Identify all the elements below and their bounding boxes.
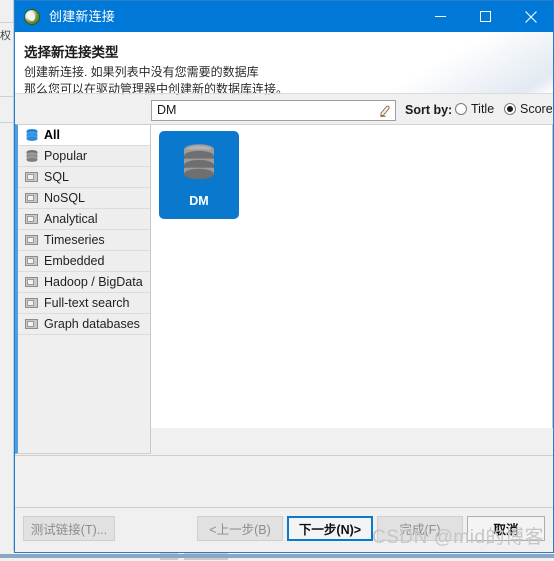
background-divider — [0, 96, 13, 97]
background-window-strip: 权 — [0, 0, 14, 561]
minimize-icon[interactable] — [418, 1, 463, 32]
background-window-edge — [0, 554, 554, 558]
sidebar-item-label: SQL — [44, 170, 70, 184]
sidebar-item-timeseries[interactable]: Timeseries — [18, 230, 150, 251]
window-controls — [418, 1, 553, 32]
driver-tile-dm[interactable]: DM — [159, 131, 239, 219]
folder-icon — [24, 233, 39, 248]
search-toolbar: Sort by: Title Score — [15, 94, 553, 124]
sidebar-item-embedded[interactable]: Embedded — [18, 251, 150, 272]
sidebar-item-graph-databases[interactable]: Graph databases — [18, 314, 150, 335]
sort-option-title-label: Title — [471, 102, 495, 116]
folder-icon — [24, 254, 39, 269]
sidebar-item-label: Embedded — [44, 254, 105, 268]
sidebar-item-all[interactable]: All — [18, 125, 150, 146]
background-divider — [0, 22, 13, 23]
sort-option-score-label: Score — [520, 102, 553, 116]
maximize-icon[interactable] — [463, 1, 508, 32]
folder-icon — [24, 170, 39, 185]
category-sidebar: All Popular SQL NoSQL Analytical Timeser… — [15, 124, 151, 454]
dialog-body: All Popular SQL NoSQL Analytical Timeser… — [15, 124, 553, 507]
search-box[interactable] — [151, 100, 396, 121]
sidebar-item-label: Analytical — [44, 212, 98, 226]
back-button[interactable]: <上一步(B) — [197, 516, 283, 541]
cancel-button[interactable]: 取消 — [467, 516, 545, 541]
search-input[interactable] — [152, 101, 376, 120]
sidebar-item-label: Full-text search — [44, 296, 130, 310]
sort-option-title[interactable]: Title — [455, 102, 494, 116]
sidebar-item-label: Hadoop / BigData — [44, 275, 143, 289]
test-connection-button[interactable]: 测试链接(T)... — [23, 516, 115, 541]
radio-title-icon[interactable] — [455, 103, 467, 115]
background-text: 权 — [0, 30, 11, 42]
sidebar-item-label: Graph databases — [44, 317, 140, 331]
header-gradient — [373, 32, 553, 94]
sidebar-item-analytical[interactable]: Analytical — [18, 209, 150, 230]
sort-option-score[interactable]: Score — [504, 102, 553, 116]
radio-score-icon[interactable] — [504, 103, 516, 115]
sidebar-item-label: All — [44, 128, 60, 142]
folder-icon — [24, 191, 39, 206]
sidebar-item-label: Timeseries — [44, 233, 105, 247]
new-connection-dialog: 创建新连接 选择新连接类型 创建新连接. 如果列表中没有您需要的数据库 那么您可… — [14, 0, 554, 553]
sidebar-item-hadoop-bigdata[interactable]: Hadoop / BigData — [18, 272, 150, 293]
page-description-line-1: 创建新连接. 如果列表中没有您需要的数据库 — [24, 65, 259, 79]
title-bar: 创建新连接 — [15, 1, 553, 32]
next-button[interactable]: 下一步(N)> — [287, 516, 373, 541]
dialog-header: 选择新连接类型 创建新连接. 如果列表中没有您需要的数据库 那么您可以在驱动管理… — [15, 32, 553, 96]
sidebar-item-full-text-search[interactable]: Full-text search — [18, 293, 150, 314]
sidebar-item-label: Popular — [44, 149, 88, 163]
dbeaver-app-icon — [24, 8, 40, 25]
close-icon[interactable] — [508, 1, 553, 32]
eraser-icon[interactable] — [376, 102, 394, 119]
database-stack-icon — [24, 149, 39, 164]
folder-icon — [24, 296, 39, 311]
folder-icon — [24, 275, 39, 290]
database-cylinder-icon — [177, 142, 221, 187]
folder-icon — [24, 317, 39, 332]
finish-button[interactable]: 完成(F) — [377, 516, 463, 541]
body-separator — [15, 455, 553, 456]
sidebar-item-nosql[interactable]: NoSQL — [18, 188, 150, 209]
window-title: 创建新连接 — [49, 9, 116, 24]
driver-list-panel: DM — [151, 124, 553, 428]
driver-tile-label: DM — [189, 194, 209, 208]
database-stack-icon — [24, 128, 39, 143]
sidebar-item-label: NoSQL — [44, 191, 85, 205]
screen: 权 创建新连接 选择新连接类型 创建新连接. 如果列表中没有您需要的数据库 那么… — [0, 0, 554, 561]
sort-by-label: Sort by: — [405, 103, 453, 117]
dialog-footer: 测试链接(T)... <上一步(B) 下一步(N)> 完成(F) 取消 — [15, 507, 553, 552]
folder-icon — [24, 212, 39, 227]
sidebar-item-sql[interactable]: SQL — [18, 167, 150, 188]
page-title: 选择新连接类型 — [24, 45, 119, 60]
sidebar-item-popular[interactable]: Popular — [18, 146, 150, 167]
background-divider — [0, 122, 13, 123]
